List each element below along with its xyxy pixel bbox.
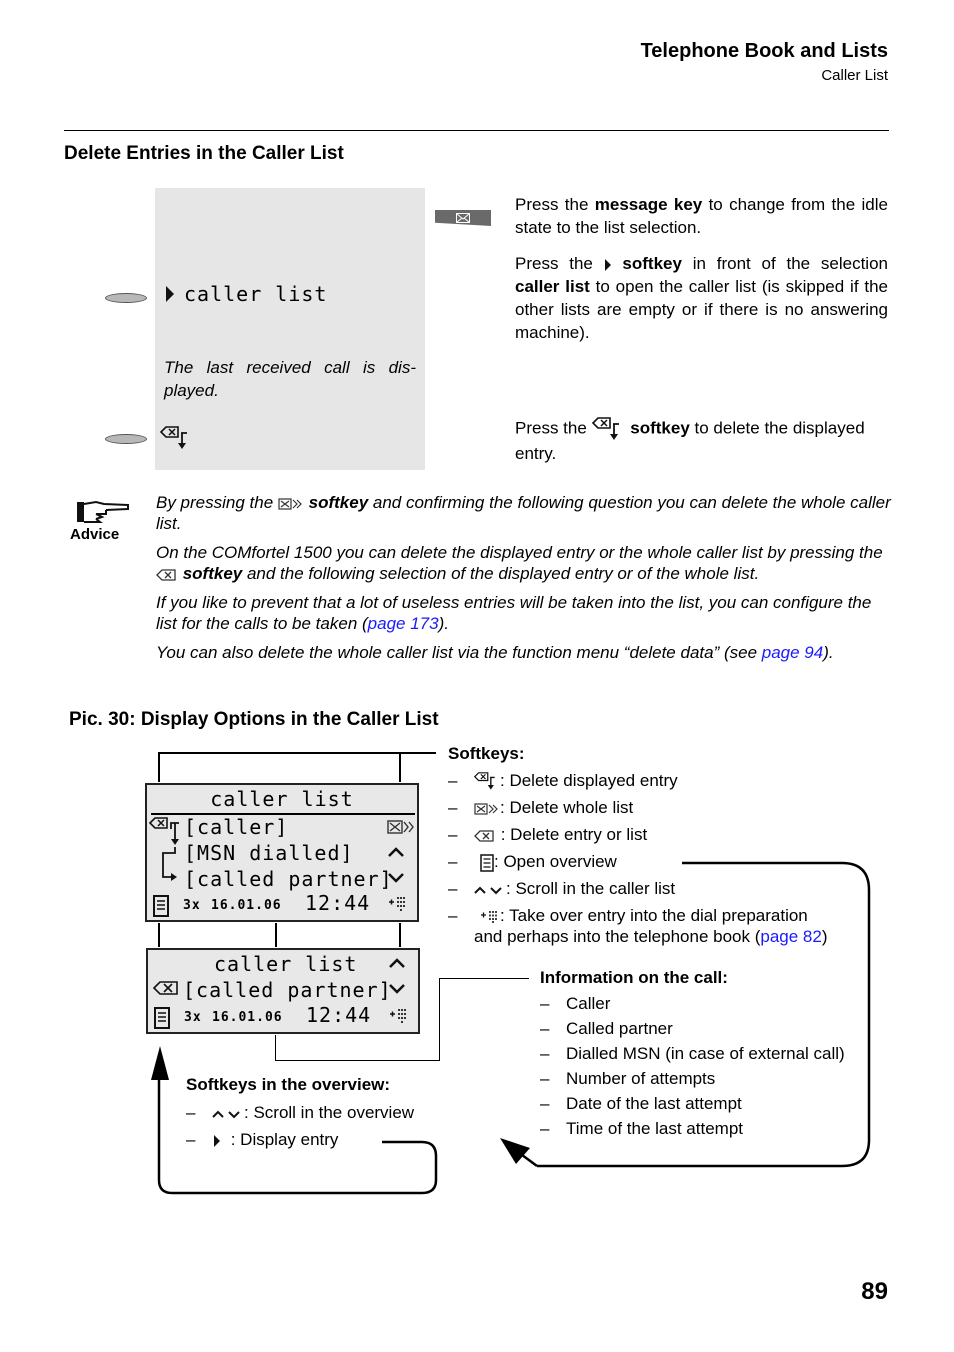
softkey-item: –: Delete whole list [448,798,634,817]
softkey-item: –: Scroll in the caller list [448,879,676,898]
overview-softkey-item: –: Scroll in the overview [186,1103,415,1122]
continuation-text: and perhaps into the telephone book ( [474,927,761,946]
softkey-item-text: : Take over entry into the dial preparat… [500,906,808,925]
softkey-item: –: Open overview [448,852,617,872]
flow-arrows [151,861,871,1195]
overview-icon [480,853,494,872]
flow-arrowhead-left [151,1046,169,1080]
delete-whole-list-icon [474,802,500,816]
scroll-up-down-icon [212,1108,244,1120]
information-item: – Date of the last attempt [540,1094,742,1113]
delete-icon [474,829,496,843]
softkey-item-text: : Open overview [494,852,617,871]
information-item-text: Date of the last attempt [566,1094,742,1113]
softkeys-list: –: Delete displayed entry –: Delete whol… [448,767,808,929]
softkey-item: –: Delete displayed entry [448,767,808,794]
information-item-text: Called partner [566,1019,673,1038]
scroll-up-down-icon [474,884,506,896]
overview-softkey-text: : Display entry [226,1130,339,1149]
dial-preparation-icon [480,910,500,924]
softkey-item-text: : Delete whole list [500,798,634,817]
softkey-item: – : Delete entry or list [448,825,648,844]
information-list: – Caller – Called partner – Dialled MSN (in… [540,991,845,1141]
overview-softkeys-list: –: Scroll in the overview – : Display en… [186,1099,414,1153]
information-item-text: Number of attempts [566,1069,716,1088]
information-item-text: Caller [566,994,611,1013]
page-number: 89 [861,1278,888,1305]
information-title: Information on the call: [540,968,728,987]
overview-softkey-item: – : Display entry [186,1130,339,1149]
continuation-end: ) [821,927,828,946]
information-item-text: Dialled MSN (in case of external call) [566,1044,845,1063]
information-item: – Time of the last attempt [540,1119,743,1138]
flow-arrowhead-right [500,1138,530,1164]
softkey-item-text: : Delete displayed entry [500,771,678,790]
softkey-item-text: : Scroll in the caller list [506,879,676,898]
softkey-item: –: Take over entry into the dial prepara… [448,906,808,925]
delete-displayed-entry-icon [474,771,500,793]
information-item: – Dialled MSN (in case of external call) [540,1044,845,1063]
overview-softkeys-title: Softkeys in the overview: [186,1075,391,1094]
information-item-text: Time of the last attempt [566,1119,743,1138]
softkey-item-text: : Delete entry or list [496,825,648,844]
play-arrow-icon [212,1134,222,1148]
softkeys-title: Softkeys: [448,744,525,763]
information-item: – Called partner [540,1019,673,1038]
softkeys-continuation: and perhaps into the telephone book (pag… [474,927,828,947]
information-item: – Number of attempts [540,1069,716,1088]
page-link-82[interactable]: page 82 [760,927,821,946]
information-item: – Caller [540,994,611,1013]
overview-softkey-text: : Scroll in the overview [244,1103,415,1122]
